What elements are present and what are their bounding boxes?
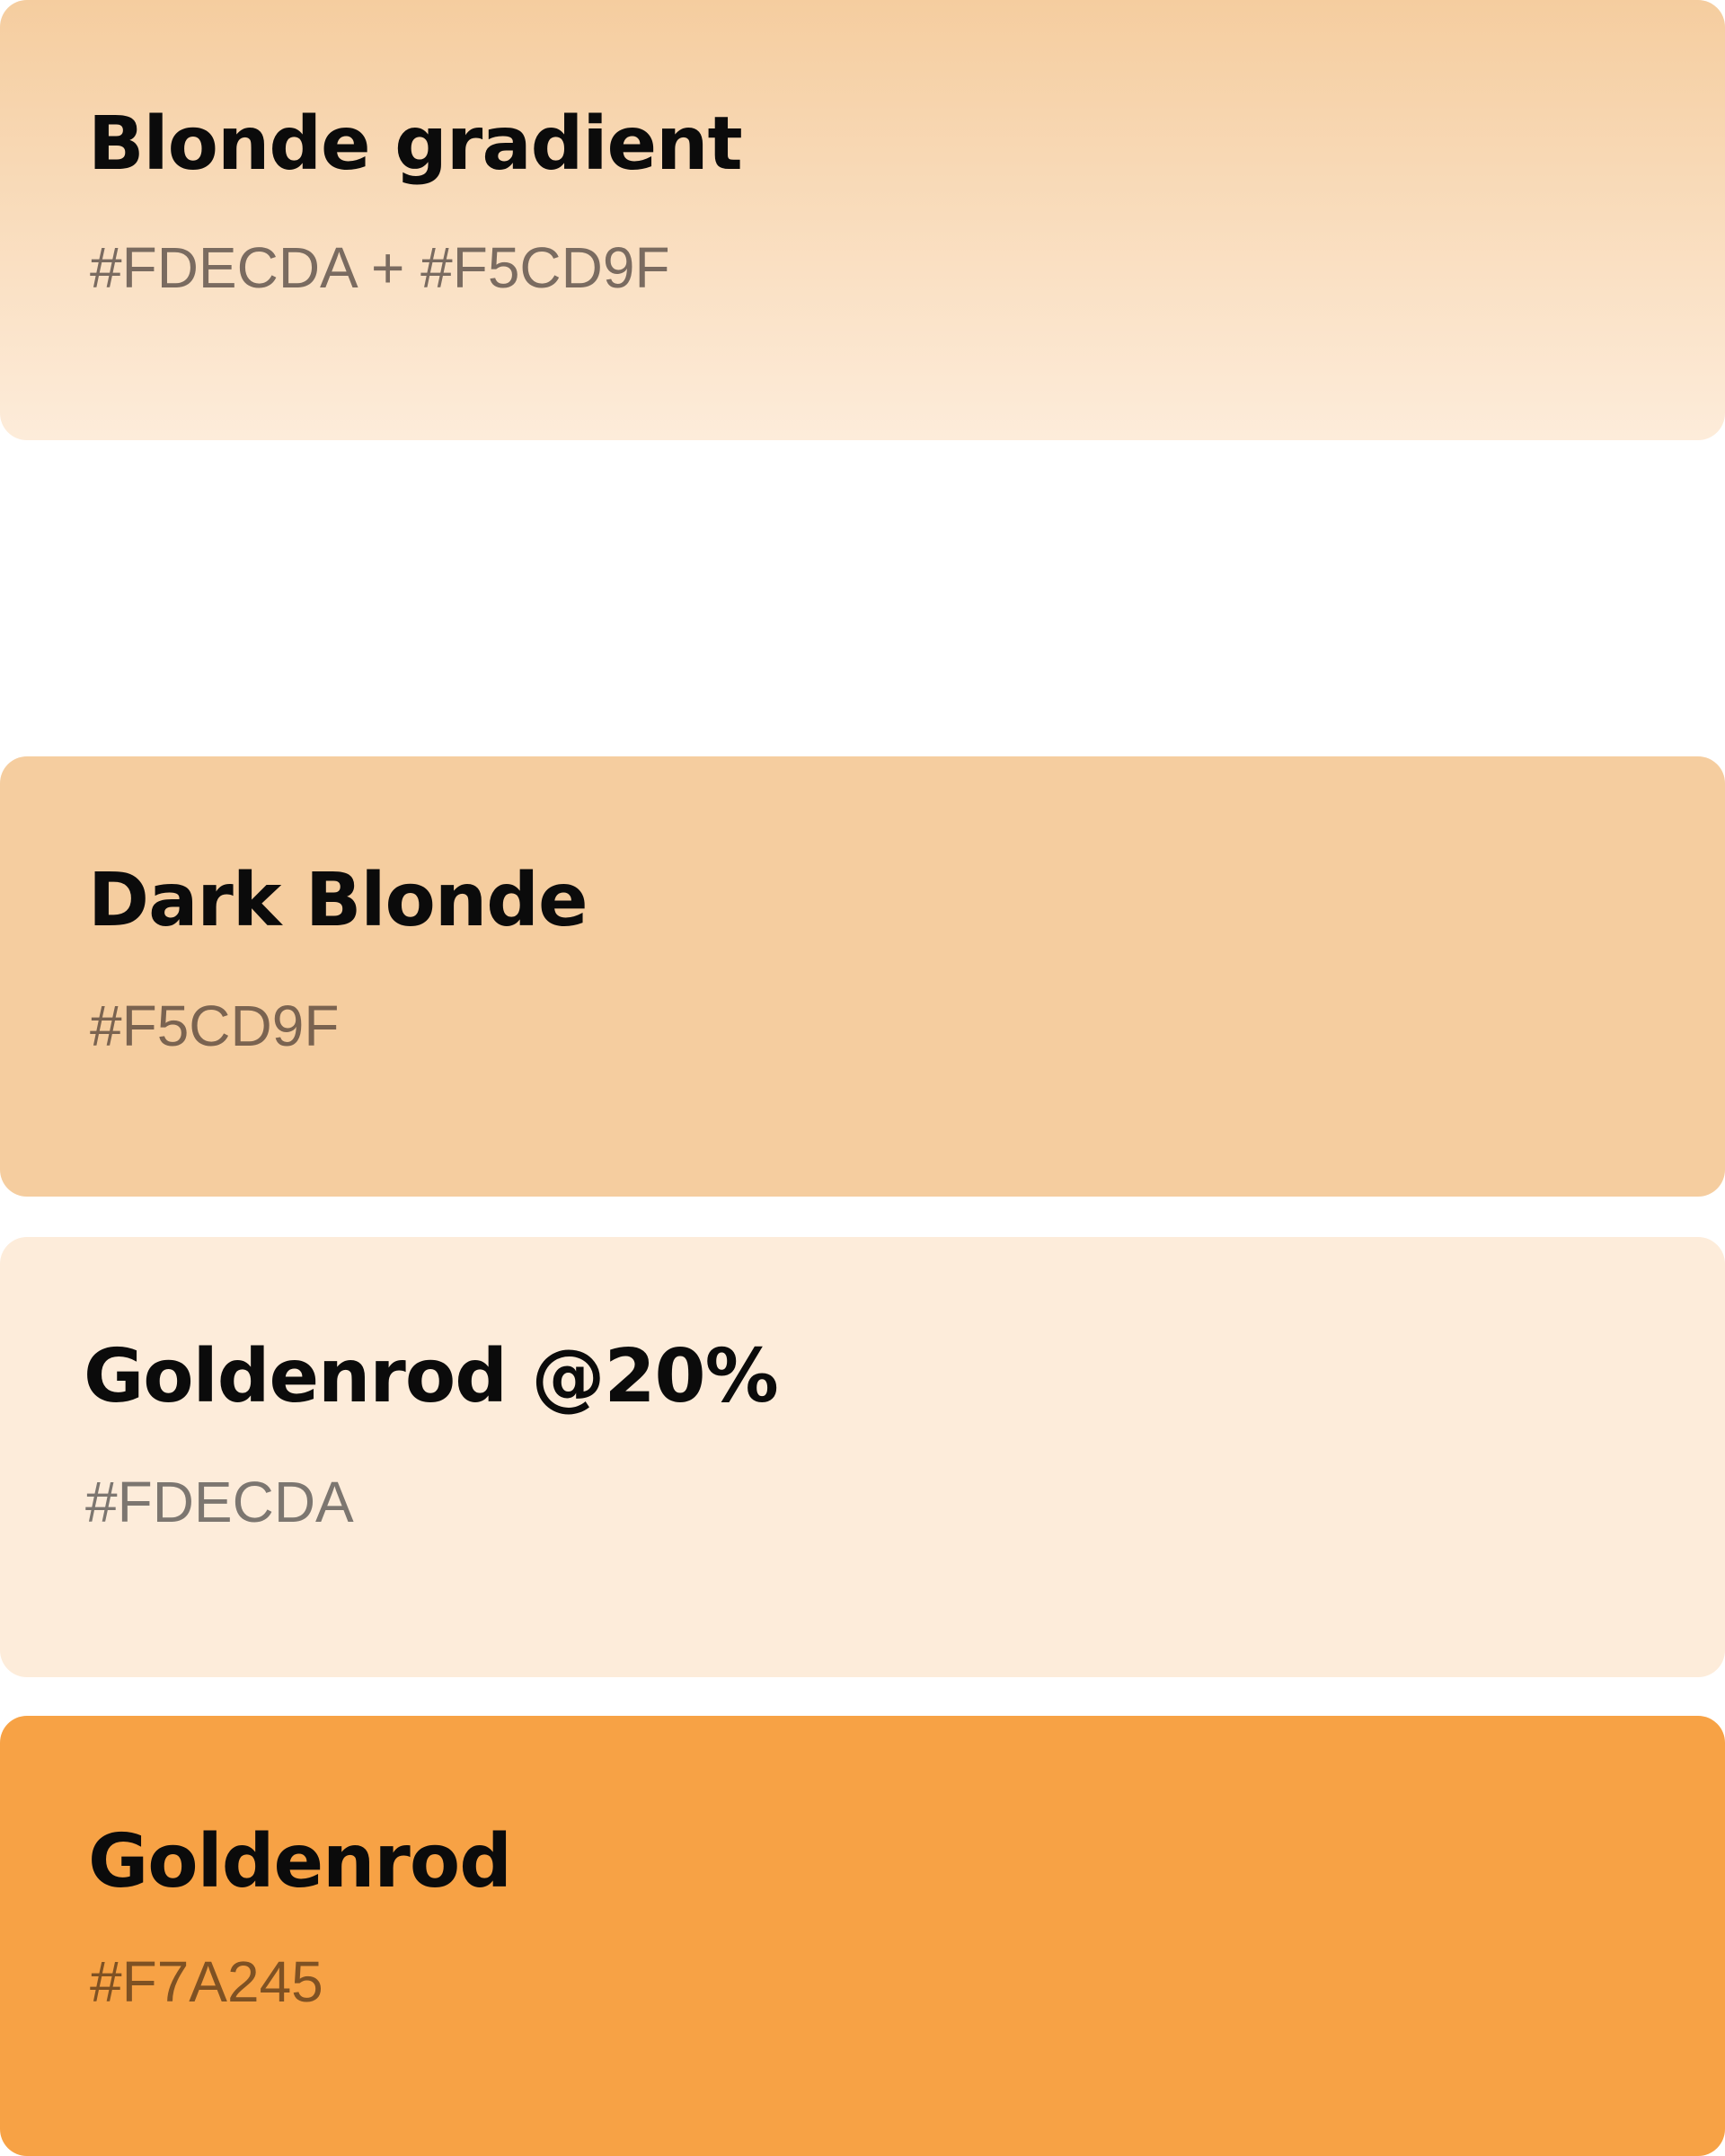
swatch-hex-code: #F5CD9F (90, 994, 340, 1058)
swatch-card-blonde-gradient: Blonde gradient #FDECDA + #F5CD9F (0, 0, 1725, 440)
swatch-name: Goldenrod @20% (84, 1334, 779, 1419)
swatch-card-goldenrod-20: Goldenrod @20% #FDECDA (0, 1237, 1725, 1677)
swatch-hex-code: #F7A245 (90, 1949, 323, 2014)
swatch-name: Dark Blonde (88, 858, 588, 943)
swatch-hex-code: #FDECDA + #F5CD9F (90, 235, 670, 300)
swatch-name: Blonde gradient (88, 102, 743, 187)
swatch-card-dark-blonde: Dark Blonde #F5CD9F (0, 756, 1725, 1197)
swatch-card-goldenrod: Goldenrod #F7A245 (0, 1716, 1725, 2156)
swatch-hex-code: #FDECDA (85, 1470, 354, 1534)
swatch-name: Goldenrod (88, 1819, 512, 1904)
